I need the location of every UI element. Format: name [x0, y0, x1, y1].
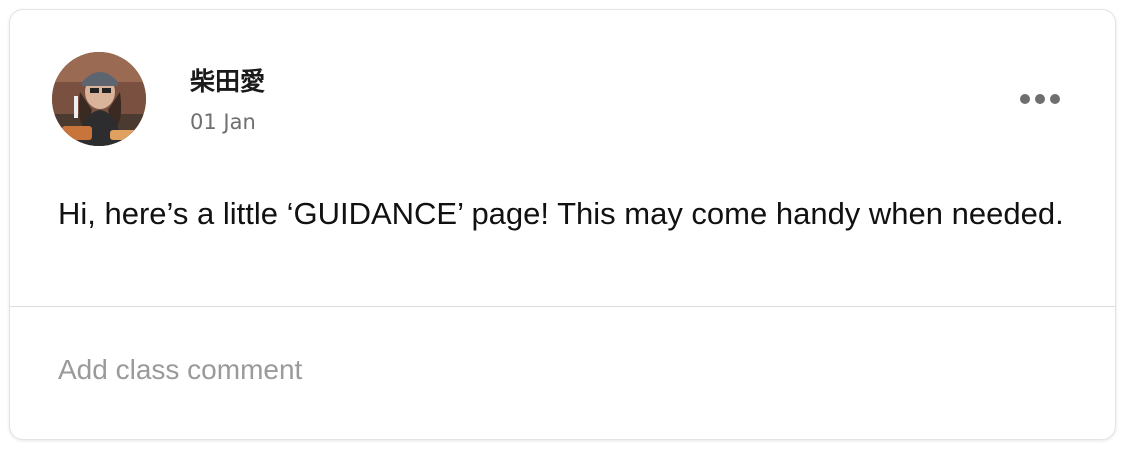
divider: [10, 306, 1115, 307]
avatar-image: [52, 52, 146, 146]
post-date: 01 Jan: [190, 110, 256, 134]
author-avatar[interactable]: [52, 52, 146, 146]
more-dot: [1035, 94, 1045, 104]
post-body: Hi, here’s a little ‘GUIDANCE’ page! Thi…: [58, 196, 1064, 231]
author-name: 柴田愛: [190, 67, 266, 96]
more-dot: [1020, 94, 1030, 104]
class-comment-input[interactable]: [58, 350, 1058, 390]
more-dot: [1050, 94, 1060, 104]
post-card: 柴田愛 01 Jan Hi, here’s a little ‘GUIDANCE…: [9, 9, 1116, 440]
more-options-icon[interactable]: [1008, 82, 1072, 116]
